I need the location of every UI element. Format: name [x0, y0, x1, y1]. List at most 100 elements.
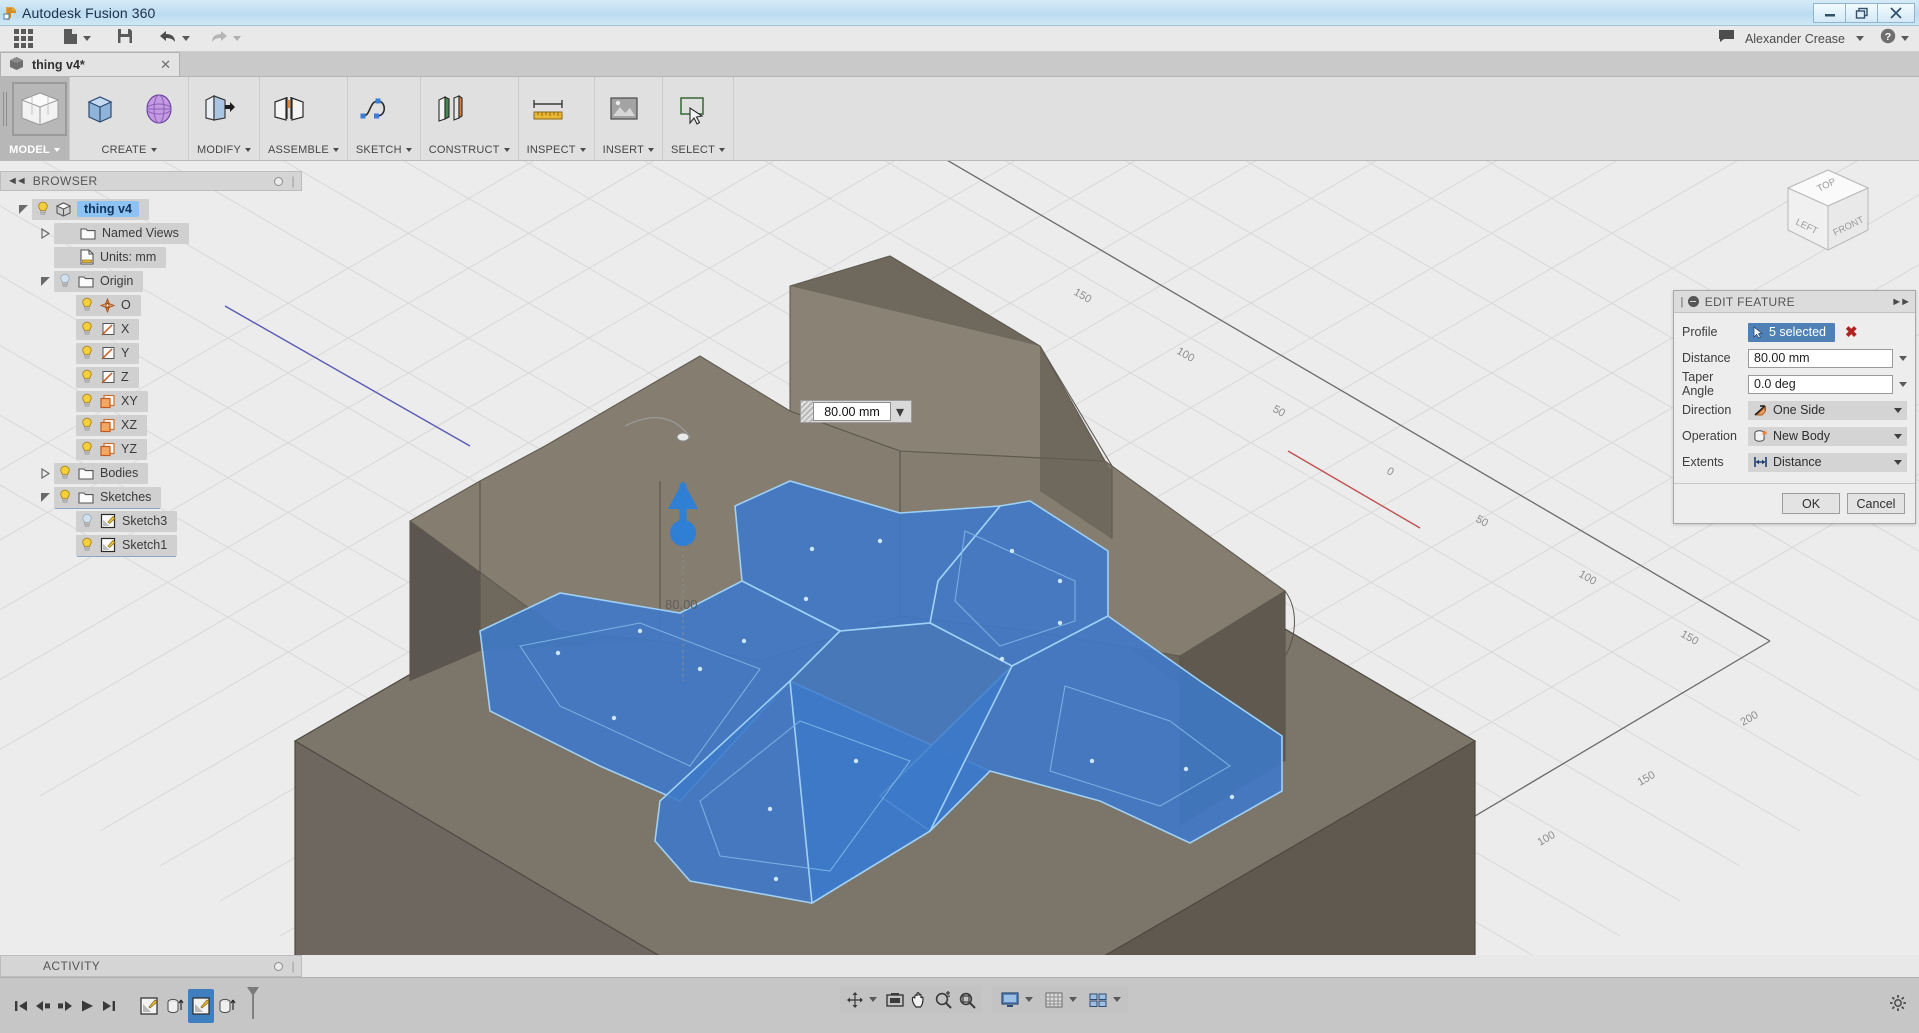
browser-tree-row[interactable]: YZ — [0, 437, 302, 461]
press-pull-icon[interactable] — [189, 80, 248, 138]
orbit-button[interactable] — [843, 986, 867, 1013]
panel-dot-icon[interactable] — [274, 177, 283, 186]
timeline-feature-sketch3[interactable] — [188, 989, 214, 1023]
browser-tree-row[interactable]: Origin — [0, 269, 302, 293]
panel-resize-grip[interactable]: | — [291, 959, 295, 973]
dimension-input-value[interactable]: 80.00 mm — [813, 402, 891, 421]
collapse-left-icon[interactable]: ◄◄ — [7, 175, 25, 187]
browser-item-thing-v4[interactable]: thing v4 — [32, 199, 149, 220]
browser-tree-row[interactable]: XY — [0, 389, 302, 413]
browser-tree-row[interactable]: Units: mm — [0, 245, 302, 269]
sphere-revolve-icon[interactable] — [129, 80, 188, 138]
red-x-icon[interactable]: ✖ — [1845, 325, 1858, 340]
chevron-down-icon[interactable]: ▾ — [891, 402, 909, 422]
panel-dot-icon[interactable] — [274, 962, 283, 971]
ribbon-group-create[interactable]: CREATE — [70, 77, 189, 160]
browser-item-xz[interactable]: XZ — [76, 415, 147, 436]
ribbon-grip[interactable] — [0, 92, 10, 126]
browser-item-named-views[interactable]: Named Views — [54, 223, 189, 244]
timeline-feature-extrude2[interactable] — [214, 989, 240, 1023]
browser-item-x[interactable]: X — [76, 319, 139, 340]
zoom-button[interactable] — [931, 986, 955, 1013]
joint-assemble-icon[interactable] — [260, 80, 319, 138]
chevron-down-icon[interactable] — [1069, 997, 1077, 1002]
browser-item-y[interactable]: Y — [76, 343, 139, 364]
timeline-last-button[interactable] — [98, 989, 120, 1023]
app-grid-button[interactable] — [0, 26, 39, 52]
fit-button[interactable] — [955, 986, 979, 1013]
browser-tree-row[interactable]: Bodies — [0, 461, 302, 485]
look-at-button[interactable] — [883, 986, 907, 1013]
pan-button[interactable] — [907, 986, 931, 1013]
offset-plane-icon[interactable] — [421, 80, 480, 138]
browser-tree-row[interactable]: Sketch3 — [0, 509, 302, 533]
expand-arrow-down-icon[interactable] — [14, 204, 32, 215]
browser-item-origin[interactable]: Origin — [54, 271, 143, 292]
browser-tree-row[interactable]: Y — [0, 341, 302, 365]
timeline-feature-extrude1[interactable] — [162, 989, 188, 1023]
browser-item-sketch1[interactable]: Sketch1 — [76, 535, 177, 556]
close-tab-icon[interactable]: ✕ — [160, 57, 171, 73]
browser-tree-row[interactable]: Named Views — [0, 221, 302, 245]
spline-sketch-icon[interactable] — [348, 80, 407, 138]
browser-tree-row[interactable]: Sketches — [0, 485, 302, 509]
drag-grip-icon[interactable] — [801, 401, 813, 422]
timeline-marker-icon[interactable] — [244, 985, 262, 1026]
workspace-model-icon[interactable] — [10, 80, 69, 138]
browser-item-o[interactable]: O — [76, 295, 141, 316]
browser-item-units-mm[interactable]: Units: mm — [54, 247, 166, 268]
browser-tree-row[interactable]: X — [0, 317, 302, 341]
chevron-down-icon[interactable] — [1899, 356, 1907, 361]
expand-arrow-right-icon[interactable] — [36, 468, 54, 479]
timeline-feature-sketch1[interactable] — [136, 989, 162, 1023]
browser-item-z[interactable]: Z — [76, 367, 139, 388]
timeline-next-button[interactable] — [54, 989, 76, 1023]
insert-image-icon[interactable] — [595, 80, 654, 138]
browser-item-sketch3[interactable]: Sketch3 — [76, 511, 177, 532]
minus-circle-icon[interactable] — [1688, 296, 1699, 307]
user-menu-label[interactable]: Alexander Crease — [1745, 32, 1845, 46]
browser-tree-row[interactable]: Z — [0, 365, 302, 389]
undo-button[interactable] — [153, 26, 196, 52]
ribbon-group-construct[interactable]: CONSTRUCT — [421, 77, 519, 160]
dialog-text-input[interactable]: 80.00 mm — [1748, 349, 1893, 368]
measure-ruler-icon[interactable] — [519, 80, 578, 138]
restore-icon[interactable] — [1845, 3, 1878, 23]
minimize-icon[interactable] — [1813, 3, 1846, 23]
browser-tree-row[interactable]: O — [0, 293, 302, 317]
timeline-first-button[interactable] — [10, 989, 32, 1023]
browser-item-xy[interactable]: XY — [76, 391, 148, 412]
expand-arrow-right-icon[interactable] — [36, 228, 54, 239]
timeline-prev-button[interactable] — [32, 989, 54, 1023]
ribbon-group-sketch[interactable]: SKETCH — [348, 77, 421, 160]
ribbon-group-select[interactable]: SELECT — [663, 77, 734, 160]
save-button[interactable] — [111, 26, 139, 52]
chevron-down-icon[interactable] — [1899, 382, 1907, 387]
browser-item-sketches[interactable]: Sketches — [54, 487, 161, 508]
browser-item-yz[interactable]: YZ — [76, 439, 147, 460]
dimension-input-widget[interactable]: 80.00 mm ▾ — [800, 400, 912, 423]
help-button[interactable]: ? — [1880, 28, 1909, 49]
comment-icon[interactable] — [1718, 29, 1735, 48]
ribbon-group-insert[interactable]: INSERT — [595, 77, 663, 160]
browser-tree-row[interactable]: Sketch1 — [0, 533, 302, 557]
extrude-box-icon[interactable] — [70, 80, 129, 138]
cancel-button[interactable]: Cancel — [1847, 493, 1905, 514]
redo-button[interactable] — [204, 26, 247, 52]
chevron-down-icon[interactable] — [1025, 997, 1033, 1002]
browser-tree-row[interactable]: thing v4 — [0, 197, 302, 221]
close-icon[interactable] — [1877, 3, 1915, 23]
view-cube[interactable]: TOP LEFT FRONT — [1773, 161, 1883, 266]
ribbon-group-assemble[interactable]: ASSEMBLE — [260, 77, 348, 160]
dialog-grip[interactable]: || — [1680, 296, 1682, 308]
ok-button[interactable]: OK — [1782, 493, 1840, 514]
browser-item-bodies[interactable]: Bodies — [54, 463, 148, 484]
browser-tree-row[interactable]: XZ — [0, 413, 302, 437]
viewports-button[interactable] — [1083, 986, 1113, 1013]
gear-icon[interactable] — [1889, 994, 1907, 1017]
dialog-dropdown[interactable]: One Side — [1748, 401, 1907, 420]
dialog-dropdown[interactable]: New Body — [1748, 427, 1907, 446]
chevron-down-icon[interactable] — [1113, 997, 1121, 1002]
select-window-icon[interactable] — [663, 80, 722, 138]
ribbon-group-inspect[interactable]: INSPECT — [519, 77, 595, 160]
